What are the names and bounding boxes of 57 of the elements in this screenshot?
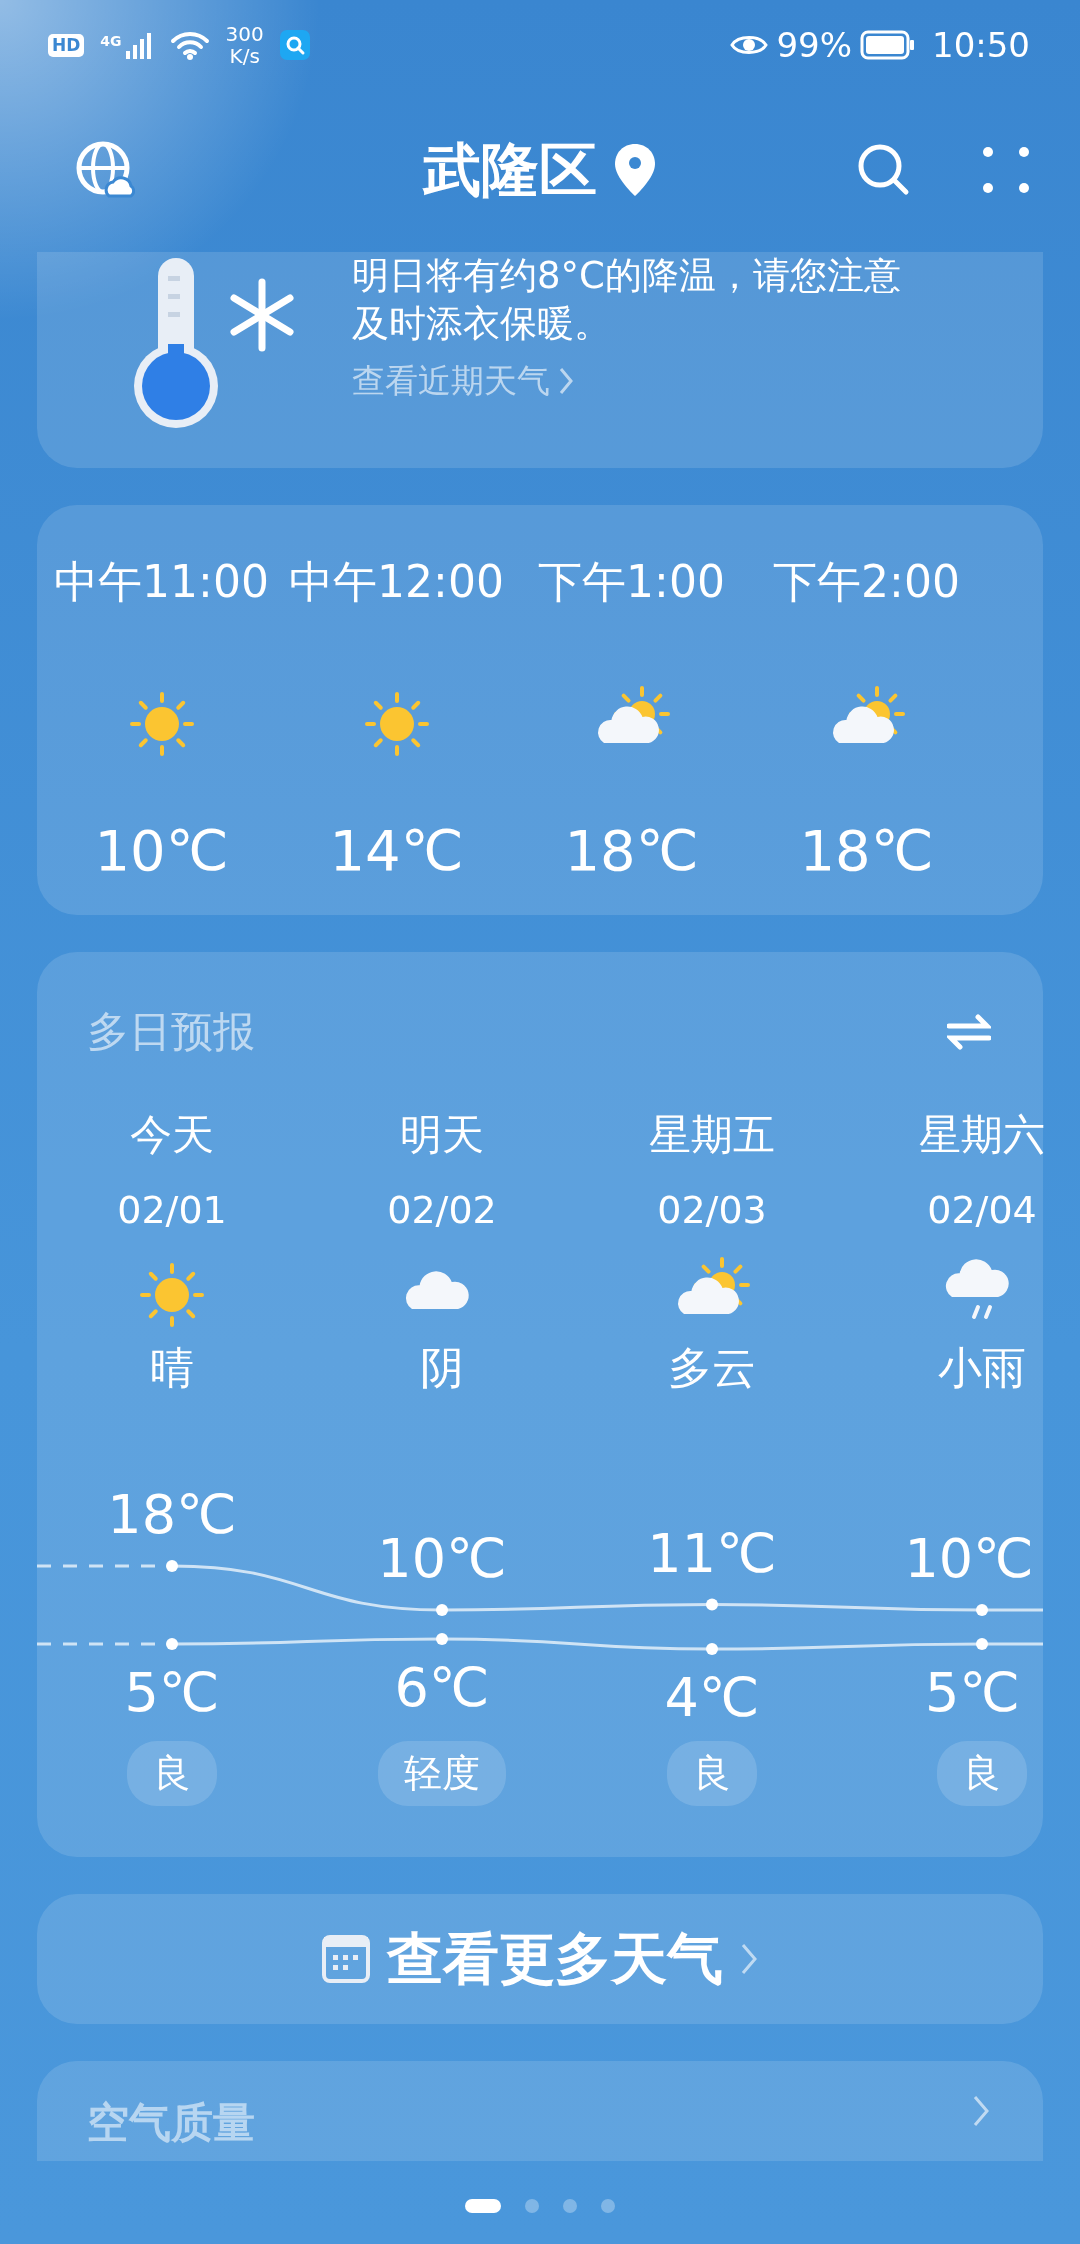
day-date: 02/04 — [927, 1187, 1037, 1234]
low-temperature: 4℃ — [664, 1671, 760, 1725]
alert-message: 明日将有约8°C的降温，请您注意及时添衣保暖。 — [352, 253, 902, 348]
hour-temperature: 18℃ — [799, 817, 934, 885]
day-name: 星期五 — [649, 1109, 775, 1161]
day-date: 02/01 — [117, 1187, 227, 1234]
hour-temperature: 14℃ — [329, 817, 464, 885]
high-temperature: 18℃ — [107, 1488, 237, 1542]
page-dot[interactable] — [563, 2199, 577, 2213]
low-temperature: 5℃ — [124, 1666, 220, 1720]
hour-time: 下午1:00 — [538, 555, 725, 609]
page-dot[interactable] — [525, 2199, 539, 2213]
air-quality-tag: 良 — [937, 1741, 1027, 1806]
battery-percent: 99% — [776, 23, 852, 67]
network-speed: 300 — [225, 23, 264, 45]
day-date: 02/03 — [657, 1187, 767, 1234]
clock: 10:50 — [932, 23, 1030, 67]
switch-view-button[interactable] — [947, 1013, 991, 1050]
hour-temperature: 10℃ — [94, 817, 229, 885]
battery-icon — [860, 30, 916, 60]
wifi-icon — [169, 30, 210, 60]
low-temperature: 5℃ — [925, 1666, 1020, 1720]
signal-icon — [123, 31, 154, 59]
location-title: 武隆区 — [423, 134, 597, 206]
air-quality-tag: 良 — [667, 1741, 757, 1806]
search-app-icon — [279, 30, 310, 60]
hd-indicator: HD — [48, 33, 85, 57]
page-dot[interactable] — [601, 2199, 615, 2213]
high-temperature: 10℃ — [377, 1532, 507, 1586]
day-condition: 多云 — [668, 1341, 756, 1395]
calendar-icon — [321, 1934, 371, 1984]
speed-unit: K/s — [228, 45, 261, 67]
day-name: 星期六 — [919, 1109, 1045, 1161]
chevron-right-icon — [558, 365, 574, 396]
recent-weather-link[interactable]: 查看近期天气 — [352, 356, 932, 406]
menu-button[interactable] — [982, 146, 1030, 194]
day-name: 明天 — [400, 1109, 484, 1161]
day-date: 02/02 — [387, 1187, 497, 1234]
air-quality-tag: 轻度 — [378, 1741, 506, 1806]
network-type: 4G — [100, 32, 122, 51]
air-quality-title: 空气质量 — [87, 2097, 255, 2149]
day-name: 今天 — [130, 1109, 214, 1161]
air-quality-tag: 良 — [127, 1741, 217, 1806]
hour-temperature: 18℃ — [564, 817, 699, 885]
forecast-title: 多日预报 — [87, 1006, 255, 1058]
hour-time: 中午12:00 — [289, 555, 504, 609]
high-temperature: 10℃ — [904, 1532, 1034, 1586]
low-temperature: 6℃ — [394, 1661, 490, 1715]
globe-weather-button[interactable] — [75, 140, 135, 200]
hour-time: 中午11:00 — [54, 555, 269, 609]
day-condition: 小雨 — [938, 1341, 1026, 1395]
more-weather-button[interactable]: 查看更多天气 — [37, 1894, 1043, 2024]
location-pin-icon — [613, 142, 657, 198]
day-condition: 阴 — [420, 1341, 464, 1395]
high-temperature: 11℃ — [647, 1526, 777, 1581]
day-condition: 晴 — [150, 1341, 194, 1395]
hour-time: 下午2:00 — [773, 555, 960, 609]
